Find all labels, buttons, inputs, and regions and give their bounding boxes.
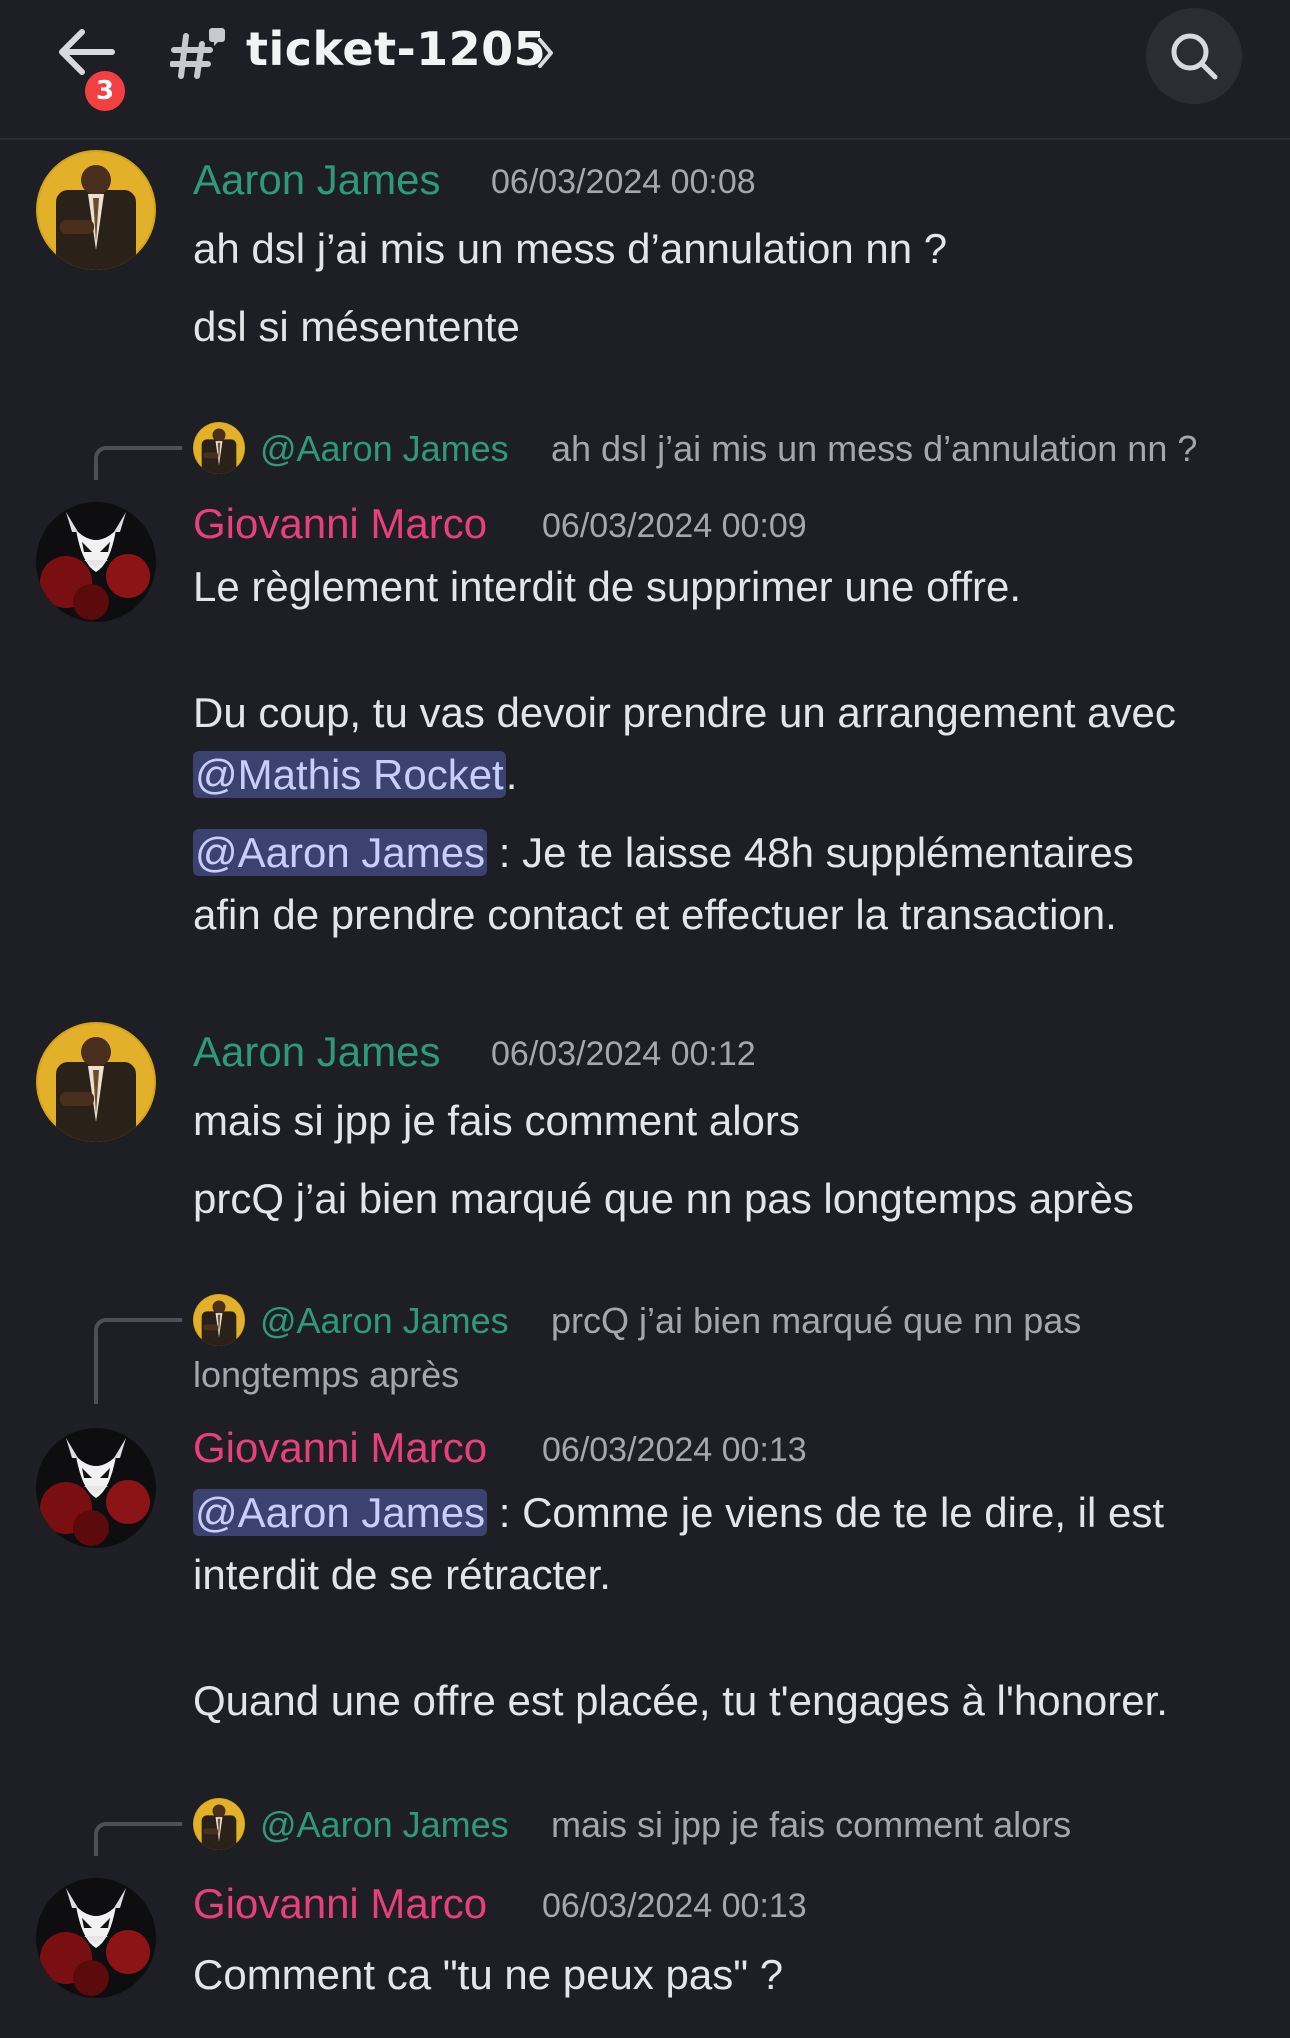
chevron-right-icon[interactable] [536,36,556,70]
message-text-fragment: . [505,751,518,798]
search-icon [1171,33,1218,80]
search-button[interactable] [1146,8,1242,104]
message-text: prcQ j’ai bien marqué que nn pas longtem… [193,1175,1134,1222]
user-mention[interactable]: @Aaron James [193,1489,488,1536]
message-text: @Mathis Rocket. [193,744,517,806]
message-text: @Aaron James : Comme je viens de te le d… [193,1482,1164,1544]
message-text: ah dsl j’ai mis un mess d’annulation nn … [193,225,948,272]
avatar[interactable] [36,502,156,622]
timestamp: 06/03/2024 00:12 [491,1035,756,1073]
reply-connector [94,446,182,480]
avatar[interactable] [36,150,156,270]
reply-preview-text[interactable]: mais si jpp je fais comment alors [551,1804,1071,1846]
message-text-fragment: : Je te laisse 48h supplémentaires [487,829,1134,876]
author-name[interactable]: Giovanni Marco [193,1880,487,1928]
reply-mention[interactable]: @Aaron James [260,1300,509,1342]
reply-avatar [193,1294,245,1346]
user-mention[interactable]: @Aaron James [193,829,488,876]
author-name[interactable]: Giovanni Marco [193,1424,487,1472]
reply-avatar [193,422,245,474]
reply-connector [94,1822,182,1856]
reply-preview-text[interactable]: ah dsl j’ai mis un mess d’annulation nn … [551,428,1197,470]
user-mention[interactable]: @Mathis Rocket [193,751,506,798]
reply-mention[interactable]: @Aaron James [260,1804,509,1846]
timestamp: 06/03/2024 00:08 [491,163,756,201]
channel-name[interactable]: ticket-1205 [246,22,546,76]
message-text-fragment: : Comme je viens de te le dire, il est [487,1489,1165,1536]
message-text: @Aaron James : Je te laisse 48h suppléme… [193,822,1134,884]
message-text: Le règlement interdit de supprimer une o… [193,563,1022,610]
avatar[interactable] [36,1878,156,1998]
timestamp: 06/03/2024 00:09 [542,507,807,545]
message-text: Quand une offre est placée, tu t'engages… [193,1677,1168,1724]
reply-avatar [193,1798,245,1850]
avatar[interactable] [36,1428,156,1548]
message-text: mais si jpp je fais comment alors [193,1097,800,1144]
author-name[interactable]: Giovanni Marco [193,500,487,548]
message-text: afin de prendre contact et effectuer la … [193,891,1117,938]
message-text: Du coup, tu vas devoir prendre un arrang… [193,689,1176,736]
unread-badge: 3 [80,66,130,116]
author-name[interactable]: Aaron James [193,1028,440,1076]
timestamp: 06/03/2024 00:13 [542,1431,807,1469]
message-text: dsl si mésentente [193,303,520,350]
reply-connector [94,1318,182,1404]
hash-thread-icon [170,28,225,79]
author-name[interactable]: Aaron James [193,156,440,204]
reply-preview-text[interactable]: longtemps après [193,1354,459,1396]
message-text: interdit de se rétracter. [193,1551,611,1598]
reply-mention[interactable]: @Aaron James [260,428,509,470]
reply-preview-text[interactable]: prcQ j’ai bien marqué que nn pas [551,1300,1081,1342]
avatar[interactable] [36,1022,156,1142]
channel-header: 3 ticket-1205 [0,0,1290,140]
timestamp: 06/03/2024 00:13 [542,1887,807,1925]
message-text: Comment ca "tu ne peux pas" ? [193,1951,784,1998]
